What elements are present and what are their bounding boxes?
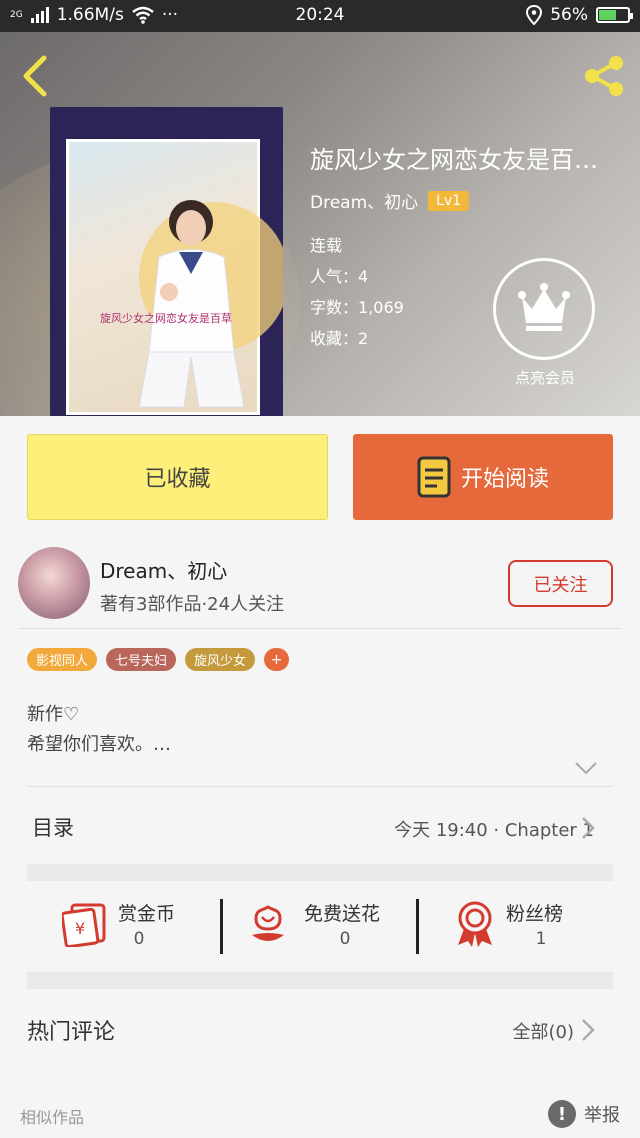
battery-icon — [596, 7, 633, 23]
gift-count: 0 — [133, 929, 145, 949]
svg-text:¥: ¥ — [75, 919, 85, 938]
red-envelope-icon: ¥ — [62, 903, 106, 947]
header-author-row: Dream、初心 Lv1 — [310, 188, 470, 213]
report-button[interactable]: ! 举报 — [548, 1100, 620, 1128]
book-icon — [417, 456, 451, 498]
cover-caption: 旋风少女之网恋女友是百草 — [100, 312, 232, 325]
tag-item[interactable]: 影视同人 — [27, 648, 98, 671]
book-description: 新作♡ 希望你们喜欢。… — [27, 700, 171, 760]
gift-coins[interactable]: ¥ 赏金币 0 — [62, 899, 242, 959]
vertical-separator — [220, 899, 223, 954]
popularity: 人气：4 — [310, 267, 369, 286]
favorites-count: 收藏：2 — [310, 329, 369, 348]
book-meta: 连载 人气：4 字数：1,069 收藏：2 — [310, 230, 404, 354]
serial-status: 连载 — [310, 236, 343, 255]
followed-button[interactable]: 已关注 — [508, 560, 613, 607]
gift-fan-ranking[interactable]: 粉丝榜 1 — [454, 899, 634, 959]
gift-count: 0 — [339, 929, 351, 949]
section-divider — [27, 864, 613, 881]
all-comments-link[interactable]: 全部(0) — [513, 1018, 575, 1044]
word-count: 字数：1,069 — [310, 298, 404, 317]
similar-works-label: 相似作品 — [20, 1108, 85, 1127]
gift-count: 1 — [535, 929, 547, 949]
divider — [18, 628, 622, 629]
gift-label: 赏金币 — [118, 903, 176, 925]
vertical-separator — [416, 899, 419, 954]
flower-icon — [252, 905, 284, 941]
description-line: 新作♡ — [27, 704, 80, 725]
tag-item[interactable]: 七号夫妇 — [106, 648, 177, 671]
gift-label: 粉丝榜 — [506, 903, 564, 925]
hot-comments-label: 热门评论 — [27, 1020, 116, 1045]
toc-label: 目录 — [32, 816, 74, 840]
start-reading-button[interactable]: 开始阅读 — [353, 434, 613, 520]
header-author-name[interactable]: Dream、初心 — [310, 188, 418, 213]
chevron-right-icon — [582, 1019, 595, 1041]
share-icon[interactable] — [580, 52, 628, 100]
gift-flowers[interactable]: 免费送花 0 — [248, 899, 428, 959]
location-icon — [526, 5, 543, 25]
vip-label: 点亮会员 — [514, 369, 575, 387]
author-info: 著有3部作品·24人关注 — [100, 594, 285, 615]
tag-item[interactable]: 旋风少女 — [185, 648, 256, 671]
report-label: 举报 — [584, 1105, 620, 1126]
chevron-right-icon — [582, 817, 595, 839]
back-arrow-icon[interactable] — [18, 54, 54, 98]
cover-art: 旋风少女之网恋女友是百草 — [66, 139, 283, 415]
chevron-down-icon[interactable] — [574, 760, 598, 776]
status-bar: 2G 1.66M/s ··· 20:24 56% — [0, 0, 640, 32]
description-line: 希望你们喜欢。… — [27, 734, 171, 755]
book-cover[interactable]: 旋风少女之网恋女友是百草 — [50, 107, 283, 416]
add-tag-button[interactable]: + — [264, 648, 290, 671]
collected-button[interactable]: 已收藏 — [27, 434, 328, 520]
book-title: 旋风少女之网恋女友是百… — [310, 146, 598, 174]
exclamation-icon: ! — [548, 1100, 576, 1128]
battery-percent: 56% — [550, 5, 588, 25]
level-badge: Lv1 — [428, 190, 470, 211]
gift-label: 免费送花 — [304, 903, 381, 925]
book-header: 旋风少女之网恋女友是百草 旋风少女之网恋女友是百… Dream、初心 Lv1 连… — [0, 32, 640, 416]
latest-chapter: 今天 19:40 · Chapter 1 — [394, 820, 594, 841]
gift-row: ¥ 赏金币 0 免费送花 0 粉丝榜 1 — [0, 881, 640, 971]
table-of-contents-row[interactable]: 目录 今天 19:40 · Chapter 1 — [0, 786, 640, 864]
author-avatar[interactable] — [18, 547, 90, 619]
author-name[interactable]: Dream、初心 — [100, 555, 227, 584]
medal-icon — [458, 901, 492, 947]
vip-crown-button[interactable] — [493, 258, 595, 360]
crown-icon — [518, 283, 570, 331]
tag-list: 影视同人 七号夫妇 旋风少女 + — [27, 648, 290, 671]
start-reading-label: 开始阅读 — [460, 467, 549, 492]
cover-figure-image — [138, 200, 245, 408]
section-divider — [27, 972, 613, 989]
hot-comments-row[interactable]: 热门评论 全部(0) — [0, 990, 640, 1070]
